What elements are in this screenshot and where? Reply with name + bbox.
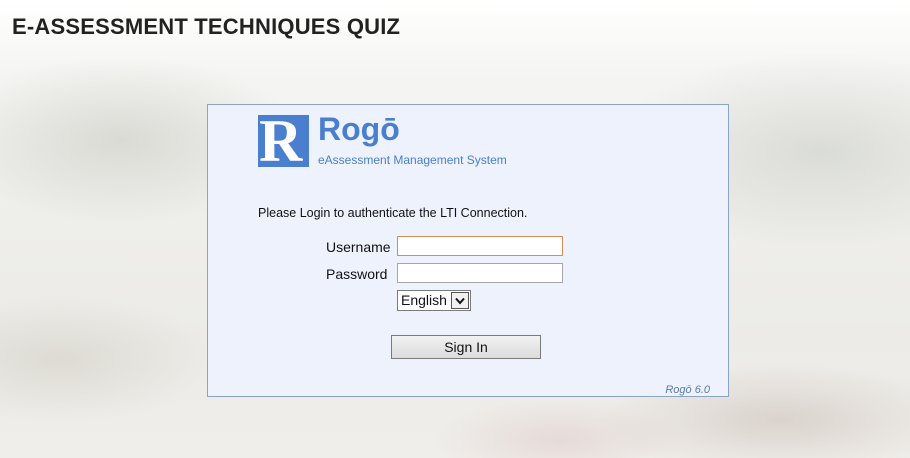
rogo-logo: R [258,115,309,167]
sign-in-button[interactable]: Sign In [391,335,541,359]
password-input[interactable] [397,263,563,283]
version-label: Rogō 6.0 [665,384,710,396]
login-panel: R Rogō eAssessment Management System Ple… [207,104,729,397]
language-select[interactable]: English [397,290,471,311]
username-label: Username [326,239,391,255]
app-tagline: eAssessment Management System [318,153,507,167]
username-input[interactable] [397,236,563,256]
logo-letter: R [259,115,303,167]
page-title: E-ASSESSMENT TECHNIQUES QUIZ [12,14,401,39]
language-selected-value: English [401,292,447,308]
login-message: Please Login to authenticate the LTI Con… [258,206,528,220]
chevron-down-icon[interactable] [451,292,469,309]
app-name: Rogō [318,111,400,147]
password-label: Password [326,266,388,282]
